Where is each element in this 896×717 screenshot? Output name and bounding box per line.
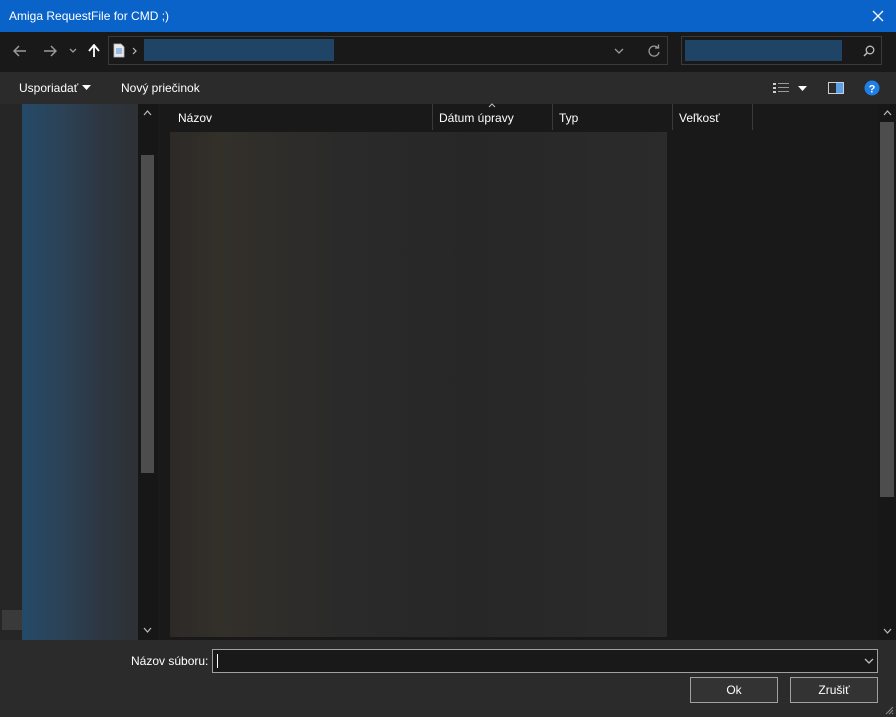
- search-input[interactable]: [685, 40, 842, 61]
- column-date-label: Dátum úpravy: [439, 111, 514, 125]
- address-dropdown-icon[interactable]: [614, 48, 624, 55]
- file-list-scroll-thumb[interactable]: [880, 122, 894, 497]
- search-box[interactable]: [681, 36, 882, 65]
- title-bar: Amiga RequestFile for CMD ;): [0, 0, 896, 32]
- window-title: Amiga RequestFile for CMD ;): [9, 9, 170, 23]
- file-list-scrollbar[interactable]: [878, 104, 896, 640]
- scroll-down-icon[interactable]: [883, 628, 892, 634]
- caret-down-icon: [798, 86, 807, 91]
- close-icon: [872, 10, 884, 22]
- caret-down-icon: [82, 85, 91, 90]
- navigation-scroll-thumb[interactable]: [141, 155, 154, 473]
- cancel-button[interactable]: Zrušiť: [790, 677, 878, 703]
- column-date-modified[interactable]: Dátum úpravy: [433, 103, 553, 130]
- back-button[interactable]: [10, 40, 30, 62]
- document-icon: [113, 43, 125, 58]
- column-size-label: Veľkosť: [679, 111, 720, 125]
- sort-ascending-icon: [488, 103, 496, 108]
- navigation-pane: [0, 104, 158, 640]
- navigation-pane-gutter: [0, 104, 22, 640]
- breadcrumb-path[interactable]: [144, 39, 334, 61]
- new-folder-button[interactable]: Nový priečinok: [121, 81, 200, 95]
- details-view-icon: [773, 83, 789, 93]
- navigation-tree[interactable]: [22, 104, 138, 640]
- refresh-icon[interactable]: [647, 44, 661, 58]
- footer-panel: Názov súboru: Ok Zrušiť: [0, 640, 896, 717]
- navigation-bar: [0, 32, 896, 72]
- preview-pane-icon[interactable]: [828, 82, 844, 94]
- column-type[interactable]: Typ: [553, 104, 673, 130]
- column-name[interactable]: Názov: [160, 104, 433, 130]
- organize-button[interactable]: Usporiadať: [19, 72, 97, 104]
- scroll-up-icon[interactable]: [143, 110, 152, 116]
- arrow-left-icon: [13, 45, 26, 57]
- help-icon[interactable]: ?: [864, 80, 880, 96]
- forward-button[interactable]: [40, 40, 60, 62]
- chevron-down-icon[interactable]: [864, 658, 874, 665]
- text-caret: [217, 654, 218, 668]
- recent-locations-button[interactable]: [66, 40, 80, 62]
- column-type-label: Typ: [559, 111, 579, 125]
- search-icon[interactable]: [863, 45, 875, 57]
- resize-grip-icon[interactable]: [884, 705, 894, 715]
- navigation-tree-item[interactable]: [2, 610, 22, 630]
- view-options-button[interactable]: [772, 80, 810, 96]
- file-list-content[interactable]: [170, 132, 667, 637]
- column-header: Názov Dátum úpravy Typ Veľkosť: [160, 103, 878, 130]
- address-bar[interactable]: [108, 36, 668, 65]
- navigation-scrollbar[interactable]: [138, 104, 158, 640]
- chevron-down-icon: [69, 48, 77, 53]
- column-size[interactable]: Veľkosť: [673, 104, 753, 130]
- breadcrumb-chevron-icon: [132, 47, 137, 55]
- filename-combobox[interactable]: [212, 649, 878, 673]
- filename-input[interactable]: [213, 650, 853, 672]
- organize-label: Usporiadať: [19, 81, 79, 95]
- close-button[interactable]: [860, 0, 896, 32]
- arrow-right-icon: [44, 45, 57, 57]
- ok-button[interactable]: Ok: [690, 677, 778, 703]
- scroll-up-icon[interactable]: [883, 110, 892, 116]
- filename-label: Názov súboru:: [131, 654, 209, 668]
- file-list: Názov Dátum úpravy Typ Veľkosť: [160, 103, 896, 640]
- column-name-label: Názov: [178, 111, 213, 125]
- column-separator[interactable]: [752, 104, 753, 130]
- command-bar: Usporiadať Nový priečinok ?: [0, 72, 896, 104]
- svg-text:?: ?: [869, 83, 876, 95]
- arrow-up-icon: [88, 44, 100, 57]
- up-button[interactable]: [86, 40, 102, 62]
- scroll-down-icon[interactable]: [143, 627, 152, 633]
